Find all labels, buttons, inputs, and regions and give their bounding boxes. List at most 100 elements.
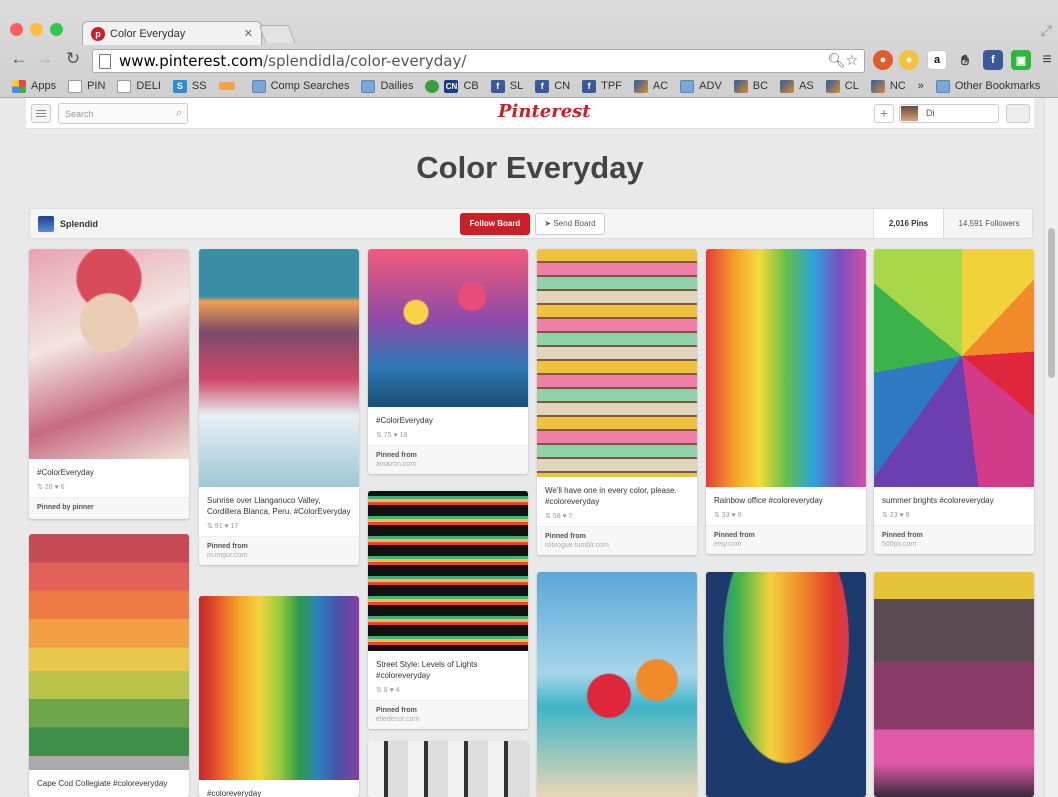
forward-arrow-icon[interactable]: →: [34, 49, 56, 69]
bookmark-cn[interactable]: f CN: [535, 79, 570, 93]
pin-image[interactable]: [706, 572, 866, 797]
cn-icon: CN: [444, 79, 459, 93]
pin-stats: ⇅ 91 ♥ 17: [207, 523, 239, 530]
pin-source[interactable]: Pinned from elledecor.com: [368, 700, 528, 729]
pin-card[interactable]: Sunrise over Llanganuco Valley, Cordille…: [199, 249, 359, 565]
bookmark-ac[interactable]: AC: [633, 79, 668, 93]
pin-image[interactable]: [706, 249, 866, 487]
minimize-window-button[interactable]: [30, 23, 43, 36]
pin-image[interactable]: [874, 249, 1034, 487]
pin-card[interactable]: [368, 741, 528, 797]
facebook-extension-icon[interactable]: f: [983, 50, 1003, 70]
pin-card[interactable]: #ColorEveryday ⇅ 20 ♥ 6 Pinned by pinner: [29, 249, 189, 519]
scrollbar-thumb[interactable]: [1048, 228, 1055, 378]
facebook-icon: f: [490, 79, 505, 93]
page-scrollbar[interactable]: [1044, 98, 1058, 797]
address-bar[interactable]: www.pinterest.com/splendidla/color-every…: [92, 49, 865, 73]
add-pin-button[interactable]: +: [874, 104, 894, 123]
pin-source[interactable]: Pinned from m.imgur.com: [199, 536, 359, 565]
bookmark-pin[interactable]: PIN: [68, 79, 105, 93]
browser-tab[interactable]: p Color Everyday ✕: [82, 21, 262, 45]
bookmark-cl[interactable]: CL: [825, 79, 859, 93]
followers-count-tab[interactable]: 14,591 Followers: [943, 209, 1034, 238]
pin-card[interactable]: [537, 572, 697, 797]
back-arrow-icon[interactable]: ←: [8, 49, 30, 69]
search-icon[interactable]: ⌕: [176, 107, 182, 120]
pin-source-domain: amazon.com: [376, 461, 417, 468]
new-tab-button[interactable]: [258, 25, 296, 43]
pin-image[interactable]: [29, 249, 189, 459]
pin-image[interactable]: [537, 572, 697, 797]
bookmark-label: CL: [844, 80, 859, 92]
bookmarks-overflow[interactable]: »: [918, 80, 924, 92]
bookmark-deli[interactable]: DELI: [117, 79, 161, 93]
extension-icon-2[interactable]: ●: [899, 50, 919, 70]
pin-source-label: Pinned from: [376, 707, 417, 714]
notifications-button[interactable]: [1006, 104, 1030, 123]
owner-name: Splendid: [60, 219, 98, 229]
bookmark-sl[interactable]: f SL: [490, 79, 523, 93]
close-tab-icon[interactable]: ✕: [244, 27, 253, 40]
bookmark-other[interactable]: Other Bookmarks: [935, 79, 1040, 93]
reload-icon[interactable]: ↻: [62, 49, 84, 69]
pin-image[interactable]: [368, 741, 528, 797]
navigation-row: ← → ↻ www.pinterest.com/splendidla/color…: [0, 45, 1058, 75]
pin-image[interactable]: [29, 534, 189, 770]
pin-image[interactable]: [368, 491, 528, 651]
maximize-window-button[interactable]: [50, 23, 63, 36]
bookmark-bc[interactable]: BC: [733, 79, 768, 93]
fullscreen-icon[interactable]: ⤢: [1041, 22, 1052, 39]
bookmark-orange[interactable]: [218, 82, 240, 90]
pinterest-logo[interactable]: Pinterest: [498, 101, 591, 122]
pin-source[interactable]: Pinned from etsy.com: [706, 525, 866, 554]
apps-icon: [12, 79, 26, 93]
extension-icon-1[interactable]: ●: [873, 50, 893, 70]
bookmark-adv[interactable]: ADV: [680, 79, 722, 93]
bookmark-comp-searches[interactable]: Comp Searches: [251, 79, 349, 93]
bookmark-dailies[interactable]: Dailies: [361, 79, 413, 93]
bookmark-as[interactable]: AS: [780, 79, 814, 93]
menu-icon[interactable]: ≡: [1037, 50, 1057, 70]
pin-card[interactable]: Street Style: Levels of Lights #coloreve…: [368, 491, 528, 729]
bookmark-label: SS: [191, 80, 207, 92]
pin-image[interactable]: [537, 249, 697, 477]
search-star-icons[interactable]: 🔍︎☆: [828, 53, 858, 69]
pin-card[interactable]: #ColorEveryday ⇅ 75 ♥ 18 Pinned from amaz…: [368, 249, 528, 474]
profile-button[interactable]: Di: [899, 104, 999, 123]
bookmark-nc[interactable]: NC: [870, 79, 906, 93]
bookmark-apps[interactable]: Apps: [12, 79, 56, 93]
pin-card[interactable]: [874, 572, 1034, 797]
pin-image[interactable]: [368, 249, 528, 407]
bookmark-cb[interactable]: CN CB: [425, 79, 479, 93]
page-icon: [117, 79, 132, 93]
pin-card[interactable]: Cape Cod Collegiate #coloreveryday: [29, 534, 189, 797]
pin-card[interactable]: Rainbow office #coloreveryday ⇅ 33 ♥ 9 P…: [706, 249, 866, 554]
pin-source[interactable]: Pinned by pinner: [29, 497, 189, 519]
bookmark-ss[interactable]: S SS: [172, 79, 207, 93]
send-board-button[interactable]: ➤ Send Board: [535, 213, 605, 235]
pin-source[interactable]: Pinned from amazon.com: [368, 445, 528, 474]
pin-card[interactable]: We'll have one in every color, please. #…: [537, 249, 697, 555]
pin-card[interactable]: summer brights #coloreveryday ⇅ 23 ♥ 8 P…: [874, 249, 1034, 554]
pin-image[interactable]: [199, 249, 359, 487]
green-extension-icon[interactable]: ▣: [1011, 50, 1031, 70]
pin-image[interactable]: [874, 572, 1034, 797]
amazon-extension-icon[interactable]: a: [927, 50, 947, 70]
close-window-button[interactable]: [10, 23, 23, 36]
follow-board-button[interactable]: Follow Board: [460, 213, 530, 235]
pins-count-tab[interactable]: 2,016 Pins: [873, 209, 943, 238]
pin-source[interactable]: Pinned from 500px.com: [874, 525, 1034, 554]
board-toolbar: Splendid Follow Board ➤ Send Board 2,016…: [29, 208, 1033, 239]
hamburger-menu-icon[interactable]: [31, 104, 51, 123]
search-input[interactable]: Search ⌕: [58, 103, 188, 124]
image-icon: [733, 79, 748, 93]
board-owner[interactable]: Splendid: [38, 216, 98, 232]
pin-card[interactable]: #coloreveryday: [199, 596, 359, 797]
pin-source[interactable]: Pinned from isitvogue.tumblr.com: [537, 526, 697, 555]
bookmark-label: »: [917, 80, 924, 92]
hand-extension-icon[interactable]: ✋︎: [955, 50, 975, 70]
pin-stats: ⇅ 23 ♥ 8: [882, 512, 910, 519]
pin-image[interactable]: [199, 596, 359, 780]
pin-card[interactable]: [706, 572, 866, 797]
bookmark-tpf[interactable]: f TPF: [582, 79, 622, 93]
